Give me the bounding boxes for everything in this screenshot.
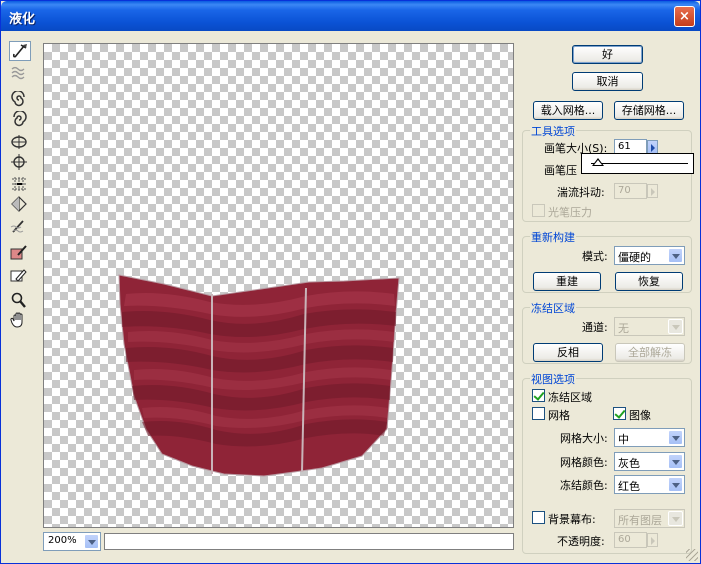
mesh-color-value: 灰色 bbox=[618, 457, 640, 470]
save-mesh-button[interactable]: 存储网格... bbox=[614, 101, 684, 120]
slider-thumb[interactable] bbox=[592, 158, 604, 166]
channel-select: 无 bbox=[614, 317, 685, 336]
forward-warp-icon[interactable] bbox=[9, 41, 31, 61]
tool-options-group: 工具选项 画笔大小(S): 61 画笔压 湍流抖动: 70 光笔压力 bbox=[522, 123, 692, 222]
reconstruct-icon[interactable] bbox=[9, 63, 31, 83]
channel-label: 通道: bbox=[582, 321, 608, 334]
mesh-label: 网格 bbox=[548, 409, 570, 422]
reconstruct-button[interactable]: 重建 bbox=[533, 272, 601, 291]
mesh-size-value: 中 bbox=[618, 433, 629, 446]
view-options-title: 视图选项 bbox=[530, 371, 576, 387]
opacity-label: 不透明度: bbox=[557, 535, 605, 548]
slider-track bbox=[591, 163, 688, 164]
turbulent-jitter-slider-toggle bbox=[647, 184, 658, 198]
mesh-size-select[interactable]: 中 bbox=[614, 428, 685, 447]
mode-label: 模式: bbox=[582, 250, 608, 263]
stylus-pressure-checkbox bbox=[532, 204, 545, 217]
mesh-color-label: 网格颜色: bbox=[560, 456, 608, 469]
freeze-area-group: 冻结区域 通道: 无 反相 全部解冻 bbox=[522, 300, 692, 364]
close-button[interactable]: × bbox=[674, 6, 695, 27]
view-options-group: 视图选项 冻结区域 网格 图像 网格大小: 中 网格颜色: 灰色 冻结颜色: 红… bbox=[522, 371, 692, 554]
freeze-color-value: 红色 bbox=[618, 480, 640, 493]
resize-grip[interactable] bbox=[686, 549, 698, 561]
status-bar bbox=[104, 533, 514, 550]
mesh-size-label: 网格大小: bbox=[560, 432, 608, 445]
liquified-image bbox=[118, 274, 400, 477]
mesh-checkbox[interactable] bbox=[532, 407, 545, 420]
image-label: 图像 bbox=[629, 409, 651, 422]
chevron-down-icon bbox=[668, 511, 683, 526]
tool-options-title: 工具选项 bbox=[530, 123, 576, 139]
thaw-all-button: 全部解冻 bbox=[615, 343, 685, 362]
mode-select[interactable]: 僵硬的 bbox=[614, 246, 685, 265]
chevron-down-icon[interactable] bbox=[668, 477, 683, 492]
turbulent-jitter-input: 70 bbox=[614, 183, 647, 199]
freeze-area-view-label: 冻结区域 bbox=[548, 391, 592, 404]
turbulence-icon[interactable] bbox=[9, 217, 31, 237]
brush-size-slider-popup[interactable] bbox=[581, 153, 694, 174]
invert-button[interactable]: 反相 bbox=[533, 343, 603, 362]
freeze-color-label: 冻结颜色: bbox=[560, 479, 608, 492]
freeze-color-select[interactable]: 红色 bbox=[614, 475, 685, 494]
reconstruct-title: 重新构建 bbox=[530, 229, 576, 245]
load-mesh-button[interactable]: 载入网格... bbox=[533, 101, 603, 120]
backdrop-checkbox[interactable] bbox=[532, 511, 545, 524]
twirl-counterclockwise-icon[interactable] bbox=[9, 111, 31, 131]
push-left-icon[interactable] bbox=[9, 175, 31, 195]
restore-button[interactable]: 恢复 bbox=[615, 272, 683, 291]
opacity-input: 60 bbox=[614, 532, 647, 548]
liquify-dialog: 液化 × 200% 好 取消 载入网格... 存储网格... 工具选项 画笔大小… bbox=[0, 0, 701, 564]
chevron-down-icon[interactable] bbox=[668, 248, 683, 263]
stylus-pressure-label: 光笔压力 bbox=[548, 206, 592, 219]
brush-pressure-label: 画笔压 bbox=[544, 164, 577, 177]
window-title: 液化 bbox=[9, 12, 36, 27]
thaw-mask-icon[interactable] bbox=[9, 265, 31, 285]
reconstruct-group: 重新构建 模式: 僵硬的 重建 恢复 bbox=[522, 229, 692, 293]
backdrop-label: 背景幕布: bbox=[548, 513, 596, 526]
pucker-icon[interactable] bbox=[9, 133, 31, 153]
image-checkbox[interactable] bbox=[613, 407, 626, 420]
zoom-icon[interactable] bbox=[9, 291, 31, 311]
freeze-area-checkbox[interactable] bbox=[532, 389, 545, 402]
twirl-clockwise-icon[interactable] bbox=[9, 91, 31, 111]
mirror-icon[interactable] bbox=[9, 195, 31, 215]
mode-value: 僵硬的 bbox=[618, 251, 651, 264]
brush-size-slider-toggle[interactable] bbox=[647, 140, 658, 154]
chevron-down-icon bbox=[668, 319, 683, 334]
backdrop-select: 所有图层 bbox=[614, 509, 685, 528]
zoom-level-value: 200% bbox=[48, 535, 77, 546]
bloat-icon[interactable] bbox=[9, 153, 31, 173]
freeze-area-title: 冻结区域 bbox=[530, 300, 576, 316]
mesh-color-select[interactable]: 灰色 bbox=[614, 452, 685, 471]
turbulent-jitter-label: 湍流抖动: bbox=[557, 186, 605, 199]
cancel-button[interactable]: 取消 bbox=[572, 72, 643, 91]
chevron-down-icon[interactable] bbox=[84, 534, 99, 549]
channel-value: 无 bbox=[618, 322, 629, 335]
title-bar[interactable]: 液化 × bbox=[1, 1, 700, 31]
opacity-slider-toggle bbox=[647, 533, 658, 547]
preview-canvas[interactable] bbox=[43, 43, 514, 528]
chevron-down-icon[interactable] bbox=[668, 454, 683, 469]
chevron-down-icon[interactable] bbox=[668, 430, 683, 445]
freeze-mask-icon[interactable] bbox=[9, 243, 31, 263]
zoom-level-select[interactable]: 200% bbox=[43, 532, 101, 551]
ok-button[interactable]: 好 bbox=[572, 45, 643, 64]
hand-icon[interactable] bbox=[9, 311, 31, 331]
backdrop-value: 所有图层 bbox=[618, 514, 662, 527]
